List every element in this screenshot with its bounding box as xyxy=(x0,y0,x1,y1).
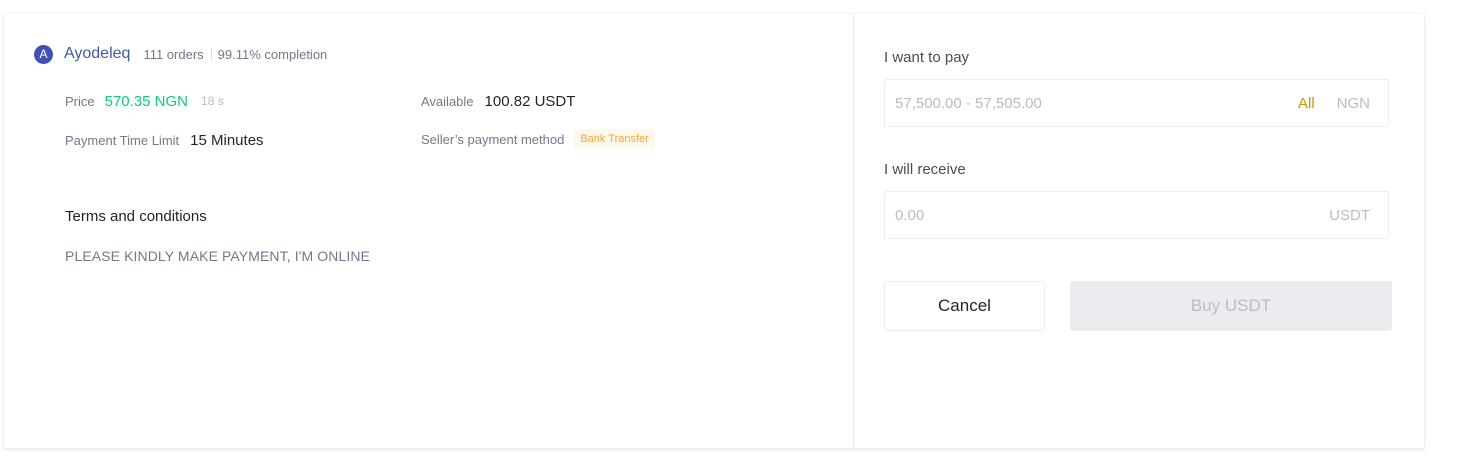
pay-input-box: All NGN xyxy=(884,79,1389,127)
seller-name-link[interactable]: Ayodeleq xyxy=(64,45,130,63)
price-refresh-timer: 18 s xyxy=(201,94,224,108)
payment-method-tag: Bank Transfer xyxy=(574,129,655,149)
available-value: 100.82 USDT xyxy=(484,92,576,110)
seller-completion-rate: 99.11% completion xyxy=(217,46,328,62)
time-limit-label: Payment Time Limit xyxy=(65,132,180,148)
receive-currency-unit: USDT xyxy=(1329,206,1370,224)
seller-orders-count: 111 orders xyxy=(143,46,204,62)
price-label: Price xyxy=(65,93,95,109)
seller-info: A Ayodeleq 111 orders 99.11% completion xyxy=(34,44,327,64)
receive-label: I will receive xyxy=(884,161,966,178)
terms-text: PLEASE KINDLY MAKE PAYMENT, I'M ONLINE xyxy=(65,248,370,264)
order-form-panel: I want to pay All NGN I will receive USD… xyxy=(854,14,1424,448)
buy-usdt-button[interactable]: Buy USDT xyxy=(1070,281,1392,331)
pay-amount-input[interactable] xyxy=(895,94,1298,112)
p2p-order-card: A Ayodeleq 111 orders 99.11% completion … xyxy=(4,14,1424,448)
available-row: Available 100.82 USDT xyxy=(421,90,575,112)
receive-input-box: USDT xyxy=(884,191,1389,239)
time-limit-value: 15 Minutes xyxy=(190,131,264,149)
pay-all-button[interactable]: All xyxy=(1298,95,1315,112)
pay-label: I want to pay xyxy=(884,49,970,66)
payment-method-label: Seller’s payment method xyxy=(421,131,565,147)
ad-details-panel: A Ayodeleq 111 orders 99.11% completion … xyxy=(4,14,854,448)
cancel-button[interactable]: Cancel xyxy=(884,281,1045,331)
time-limit-row: Payment Time Limit 15 Minutes xyxy=(65,129,264,151)
available-label: Available xyxy=(421,93,474,109)
seller-avatar[interactable]: A xyxy=(34,44,53,64)
receive-amount-input[interactable] xyxy=(895,206,1330,224)
pay-currency-unit: NGN xyxy=(1336,94,1370,112)
price-value: 570.35 NGN xyxy=(104,92,189,110)
stat-divider xyxy=(210,48,212,60)
terms-title: Terms and conditions xyxy=(65,208,207,225)
payment-method-row: Seller’s payment method Bank Transfer xyxy=(421,127,655,151)
price-row: Price 570.35 NGN 18 s xyxy=(65,90,224,112)
